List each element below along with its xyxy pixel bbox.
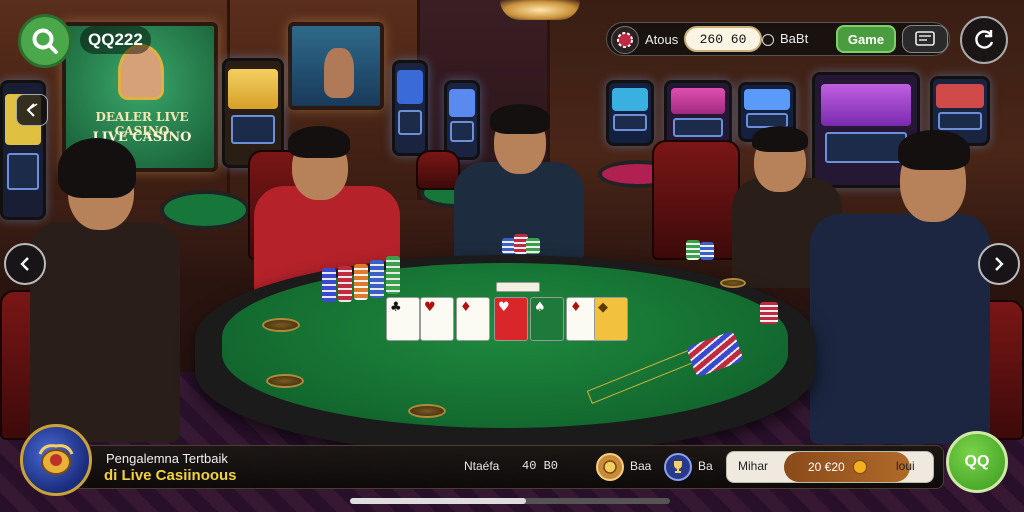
chip-stack <box>686 240 700 260</box>
chip-stack <box>760 302 778 324</box>
bet-amount-input[interactable]: 20 €20 <box>784 452 910 482</box>
extra-info: BaBt <box>762 31 808 46</box>
progress-bar <box>350 498 670 504</box>
collapse-button[interactable] <box>16 94 48 126</box>
chip-stack <box>370 260 384 298</box>
extra-text: BaBt <box>780 31 809 46</box>
bet-label: Mihar <box>738 459 769 473</box>
playing-card: ♦ <box>456 297 490 341</box>
player-name: Atous <box>645 32 679 47</box>
collapse-icon <box>26 103 38 117</box>
slot-machine <box>606 80 654 146</box>
trophy-value: Ba <box>698 459 713 473</box>
emblem-button[interactable] <box>20 424 92 496</box>
chip-tray <box>720 278 746 288</box>
chair <box>416 150 460 190</box>
playing-card: ♥ <box>420 297 454 341</box>
chandelier <box>500 0 580 20</box>
background-table <box>160 190 250 230</box>
refresh-icon <box>975 30 994 49</box>
chevron-left-icon <box>20 257 29 271</box>
chip-stack <box>322 268 336 302</box>
coin-value: Baa <box>630 459 652 473</box>
promo-line-2: di Live Casiinoous <box>104 467 237 484</box>
chip-tray <box>408 404 446 418</box>
coin-icon <box>762 33 774 46</box>
stat-value: 40 B0 <box>522 459 559 473</box>
chip-stack <box>386 256 400 294</box>
playing-card: ♣ <box>386 297 420 341</box>
play-button[interactable]: QQ <box>946 431 1008 493</box>
progress-fill <box>350 498 526 504</box>
playing-card: ♠ <box>530 297 564 341</box>
next-button[interactable] <box>978 243 1020 285</box>
trophy-button[interactable] <box>664 453 692 481</box>
card-deck <box>496 282 540 292</box>
crest-icon <box>38 444 74 475</box>
balance-display: 260 60 <box>684 26 762 52</box>
chip-stack <box>338 266 352 302</box>
refresh-button[interactable] <box>960 16 1008 64</box>
slot-machine <box>392 60 428 156</box>
search-icon <box>32 28 58 54</box>
playing-card: ◆ <box>594 297 628 341</box>
chip-stack <box>526 238 540 254</box>
brand-title: QQ222 <box>80 26 151 54</box>
coin-button[interactable] <box>596 453 624 481</box>
chip-icon <box>611 26 639 54</box>
coin-icon <box>603 460 617 474</box>
receipt-button[interactable] <box>902 25 948 53</box>
chip-tray <box>262 318 300 332</box>
bet-unit: loui <box>896 459 915 473</box>
slot-machine <box>444 80 480 160</box>
chevron-right-icon <box>995 257 1004 271</box>
bet-amount-value: 20 €20 <box>808 460 845 474</box>
fruit-icon <box>852 460 867 474</box>
chip-tray <box>266 374 304 388</box>
casino-scene-background: DEALER LIVE CASINO LIVE CASINO ♣ ♥ ♦ ♥ ♠… <box>0 0 1024 512</box>
chip-stack <box>354 264 368 300</box>
search-logo-button[interactable] <box>18 14 72 68</box>
promo-line-1: Pengalemna Tertbaik <box>106 451 228 466</box>
prev-button[interactable] <box>4 243 46 285</box>
receipt-icon <box>915 31 935 46</box>
chip-stack <box>700 242 714 260</box>
wall-screen <box>288 22 384 110</box>
stat-label: Ntaéfa <box>464 459 500 473</box>
game-button[interactable]: Game <box>836 25 896 53</box>
trophy-icon <box>674 461 682 473</box>
playing-card: ♥ <box>494 297 528 341</box>
